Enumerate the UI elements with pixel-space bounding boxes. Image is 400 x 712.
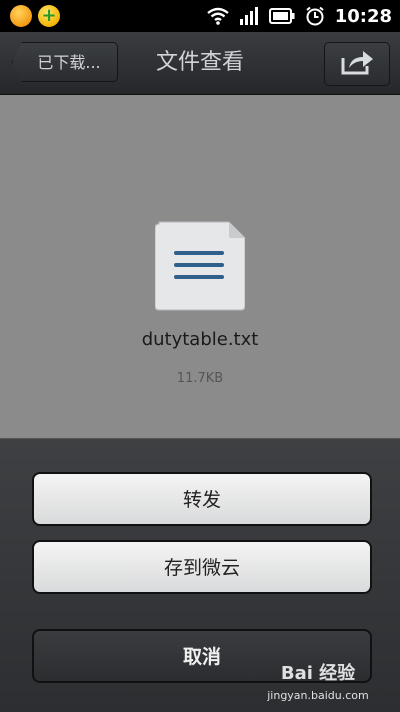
baidu-jingyan-watermark: Bai 经验 jingyan.baidu.com	[262, 659, 374, 707]
watermark-logo: Bai 经验	[280, 663, 356, 684]
file-name: dutytable.txt	[141, 329, 259, 350]
alarm-icon	[305, 6, 325, 26]
forward-button[interactable]: 转发	[32, 472, 372, 526]
watermark-url: jingyan.baidu.com	[267, 689, 369, 702]
status-bar: + 10:28	[0, 0, 400, 32]
wifi-icon	[206, 7, 229, 25]
file-preview: dutytable.txt 11.7KB	[0, 95, 400, 440]
status-icons: 10:28	[206, 0, 392, 32]
signal-icon	[239, 7, 259, 25]
save-to-weiyun-button[interactable]: 存到微云	[32, 540, 372, 594]
title-bar: 文件查看 已下载...	[0, 32, 400, 95]
status-time: 10:28	[334, 5, 392, 27]
back-button[interactable]: 已下载...	[12, 42, 118, 82]
orange-app-icon	[10, 5, 32, 27]
plus-app-icon: +	[38, 5, 60, 27]
file-size: 11.7KB	[176, 371, 224, 386]
share-icon	[339, 48, 375, 80]
text-file-icon	[154, 220, 246, 316]
share-button[interactable]	[324, 42, 390, 86]
battery-icon	[268, 8, 295, 24]
